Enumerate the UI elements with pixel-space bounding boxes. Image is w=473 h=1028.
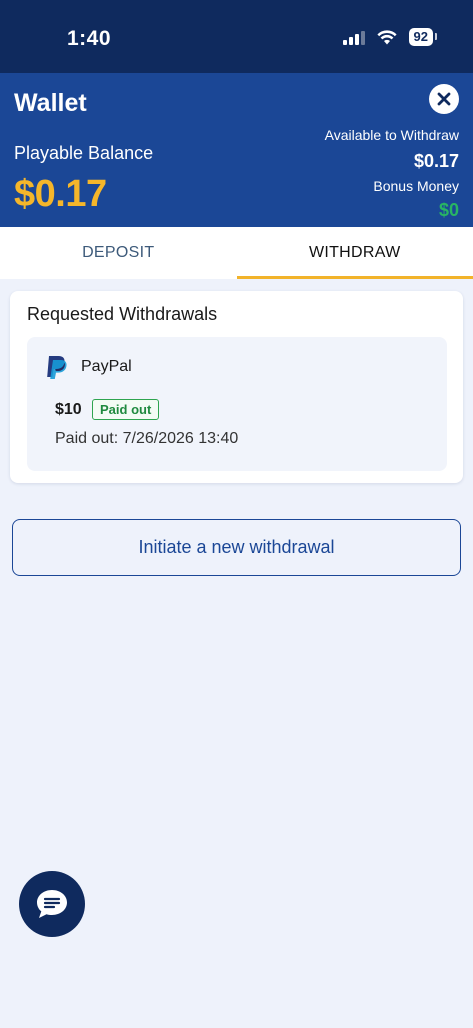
tab-withdraw[interactable]: WITHDRAW (236, 227, 473, 279)
wallet-header: Wallet Playable Balance $0.17 Available … (0, 73, 473, 227)
payment-method-name: PayPal (81, 358, 132, 375)
wallet-tabs: DEPOSIT WITHDRAW (0, 227, 473, 279)
playable-balance-amount: $0.17 (14, 173, 107, 215)
chat-button[interactable] (19, 871, 85, 937)
bonus-money-label: Bonus Money (373, 178, 459, 194)
balance-summary: Available to Withdraw $0.17 Bonus Money … (325, 127, 459, 220)
withdrawal-item: PayPal $10 Paid out Paid out: 7/26/2026 … (27, 337, 447, 471)
close-button[interactable] (429, 84, 459, 114)
status-time: 1:40 (67, 27, 112, 50)
paid-out-timestamp: Paid out: 7/26/2026 13:40 (55, 430, 239, 447)
bonus-money-amount: $0 (438, 200, 459, 220)
close-icon (437, 92, 451, 106)
paypal-icon (47, 356, 67, 379)
requested-withdrawals-card: Requested Withdrawals PayPal $10 Paid ou… (10, 291, 463, 483)
battery-indicator: 92 (408, 28, 438, 46)
available-to-withdraw-amount: $0.17 (413, 151, 459, 171)
wifi-icon (376, 29, 397, 44)
chat-bubble-icon (37, 890, 67, 918)
available-to-withdraw-label: Available to Withdraw (324, 127, 459, 143)
page-title: Wallet (14, 89, 87, 117)
withdrawal-amount: $10 (55, 401, 82, 418)
status-icons: 92 (342, 28, 438, 46)
cellular-signal-icon (342, 29, 365, 45)
playable-balance-label: Playable Balance (14, 143, 154, 163)
tab-deposit[interactable]: DEPOSIT (0, 227, 237, 279)
initiate-withdrawal-button[interactable]: Initiate a new withdrawal (12, 519, 461, 576)
status-bar: 1:40 92 (0, 0, 473, 73)
requested-withdrawals-title: Requested Withdrawals (27, 304, 218, 324)
status-badge: Paid out (92, 399, 160, 420)
